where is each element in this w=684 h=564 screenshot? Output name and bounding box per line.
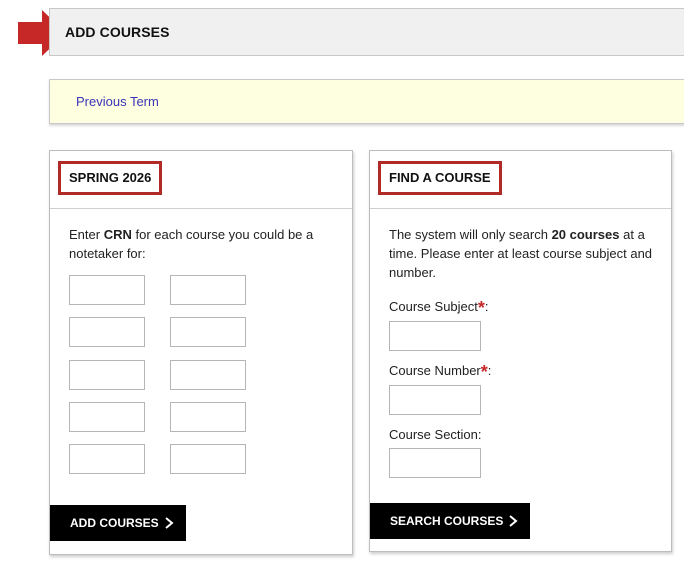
term-panel-header: SPRING 2026	[50, 151, 352, 209]
crn-instructions: Enter CRN for each course you could be a…	[69, 225, 339, 263]
course-number-label-text: Course Number	[389, 363, 481, 378]
page-header: ADD COURSES	[49, 8, 684, 56]
crn-input-8[interactable]	[170, 402, 246, 432]
crn-input-3[interactable]	[69, 317, 145, 347]
search-instructions-text: The system will only search	[389, 227, 552, 242]
course-subject-label-text: Course Subject	[389, 299, 478, 314]
crn-input-10[interactable]	[170, 444, 246, 474]
term-bar: Previous Term	[49, 79, 684, 124]
chevron-right-icon	[165, 517, 174, 529]
label-colon: :	[484, 299, 489, 314]
crn-instructions-text: Enter	[69, 227, 104, 242]
find-course-title: FIND A COURSE	[378, 161, 502, 195]
search-limit-emphasis: 20 courses	[551, 227, 620, 242]
chevron-right-icon	[509, 515, 518, 527]
search-courses-button-label: SEARCH COURSES	[390, 514, 504, 528]
term-panel-title: SPRING 2026	[58, 161, 163, 195]
find-course-header: FIND A COURSE	[370, 151, 671, 209]
term-panel: SPRING 2026 Enter CRN for each course yo…	[49, 150, 353, 555]
course-number-input[interactable]	[389, 385, 481, 415]
crn-input-9[interactable]	[69, 444, 145, 474]
previous-term-link[interactable]: Previous Term	[76, 94, 159, 109]
find-course-panel: FIND A COURSE The system will only searc…	[369, 150, 672, 552]
crn-input-1[interactable]	[69, 275, 145, 305]
add-courses-button[interactable]: ADD COURSES	[50, 505, 186, 541]
add-courses-button-label: ADD COURSES	[70, 516, 159, 530]
crn-input-7[interactable]	[69, 402, 145, 432]
course-subject-input[interactable]	[389, 321, 481, 351]
crn-input-4[interactable]	[170, 317, 246, 347]
course-section-label: Course Section:	[389, 427, 482, 442]
crn-emphasis: CRN	[103, 227, 132, 242]
required-marker: *	[480, 362, 488, 382]
crn-input-5[interactable]	[69, 360, 145, 390]
crn-input-6[interactable]	[170, 360, 246, 390]
label-colon: :	[487, 363, 492, 378]
course-section-input[interactable]	[389, 448, 481, 478]
crn-input-2[interactable]	[170, 275, 246, 305]
search-instructions: The system will only search 20 courses a…	[389, 225, 657, 282]
course-number-label: Course Number*:	[389, 362, 491, 383]
search-courses-button[interactable]: SEARCH COURSES	[370, 503, 530, 539]
course-subject-label: Course Subject*:	[389, 298, 489, 319]
required-marker: *	[477, 298, 485, 318]
page-title: ADD COURSES	[65, 24, 170, 40]
